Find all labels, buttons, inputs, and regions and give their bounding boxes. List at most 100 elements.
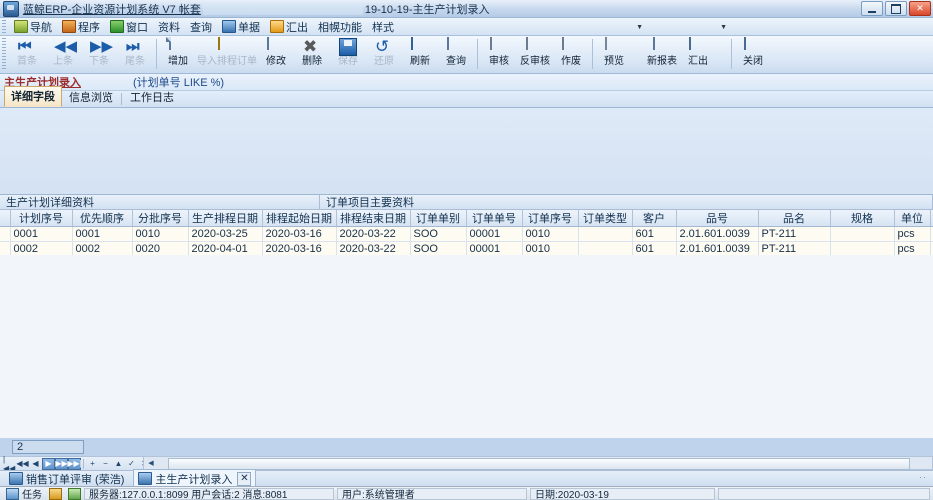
col-order-no[interactable]: 订单单号 — [466, 210, 523, 227]
toolbar-new-report-button[interactable]: 新报表 — [644, 36, 680, 72]
cell-order-category[interactable] — [578, 226, 633, 242]
col-batch-seq[interactable]: 分批序号 — [132, 210, 189, 227]
col-schedule-start[interactable]: 排程起始日期 — [262, 210, 337, 227]
cell-production-date[interactable]: 2020-03-25 — [188, 226, 263, 242]
task-icon — [6, 487, 19, 500]
col-order-type[interactable]: 订单单别 — [410, 210, 467, 227]
leaf-icon[interactable] — [68, 487, 81, 500]
status-server-info: 服务器:127.0.0.1:8099 用户会话:2 消息:8081 — [84, 487, 334, 500]
col-spec[interactable]: 规格 — [830, 210, 895, 227]
unapprove-icon — [526, 37, 544, 56]
last-record-icon: ⏭ — [126, 38, 140, 55]
program-icon — [62, 20, 76, 33]
toolbar-refresh-button[interactable]: 刷新 — [402, 36, 438, 72]
undo-icon: ↺ — [375, 37, 390, 56]
col-customer[interactable]: 客户 — [632, 210, 677, 227]
scroll-left-icon[interactable]: ◀ — [144, 457, 158, 469]
cell-schedule-end[interactable]: 2020-03-22 — [336, 226, 411, 242]
toolbar-save-button[interactable]: 保存 — [330, 36, 366, 72]
toolbar-delete-button[interactable]: ✖ 删除 — [294, 36, 330, 72]
toolbar-edit-button[interactable]: 修改 — [258, 36, 294, 72]
toolbar-approve-button[interactable]: 审核 — [481, 36, 517, 72]
toolbar-import-order-button[interactable]: 导入排程订单 — [196, 36, 258, 72]
toolbar-last-record-button[interactable]: ⏭ 尾条 — [117, 36, 153, 72]
toolbar-export-dropdown[interactable]: ▼ — [716, 24, 728, 72]
window-titlebar: 蓝鲸ERP-企业资源计划系统 V7 帐套 19-10-19-主生产计划录入 ✕ — [0, 0, 933, 18]
cell-schedule-start[interactable]: 2020-03-16 — [262, 226, 337, 242]
menu-related-functions[interactable]: 相幌功能 — [313, 18, 367, 36]
form-tabstrip: 详细字段 信息浏览 工作日志 — [0, 86, 933, 108]
toolbar-add-button[interactable]: 增加 — [160, 36, 196, 72]
toolbar-prev-record-button[interactable]: ◀◀ 上条 — [45, 36, 81, 72]
toolbar-unapprove-button[interactable]: 反审核 — [517, 36, 553, 72]
toolbar-preview-button[interactable]: 预览 — [596, 36, 632, 72]
first-record-icon: ⏮ — [18, 38, 32, 55]
tab-detail-fields[interactable]: 详细字段 — [4, 86, 62, 107]
horizontal-scrollbar[interactable]: ◀ — [143, 456, 933, 470]
menu-label: 程序 — [78, 21, 100, 34]
toolbar-first-record-button[interactable]: ⏮ 首条 — [9, 36, 45, 72]
cell-order-seq[interactable]: 0010 — [522, 226, 579, 242]
document-tabbar: 销售订单评审 (荣浩) 主生产计划录入 ✕ ·· — [0, 468, 933, 489]
col-order-seq[interactable]: 订单序号 — [522, 210, 579, 227]
cell-spec[interactable] — [830, 226, 895, 242]
prev-record-icon: ◀◀ — [54, 38, 78, 55]
col-plan-seq[interactable]: 计划序号 — [10, 210, 73, 227]
toolbar-preview-dropdown[interactable]: ▼ — [632, 24, 644, 72]
menu-query[interactable]: 查询 — [185, 18, 217, 36]
record-count-bar: 2 — [0, 438, 933, 456]
record-count-field[interactable]: 2 — [12, 440, 84, 454]
toolbar-grip[interactable] — [2, 38, 6, 70]
table-row[interactable]: 0001 0001 0010 2020-03-25 2020-03-16 202… — [0, 226, 933, 242]
maximize-restore-button[interactable] — [885, 1, 907, 16]
menu-style[interactable]: 样式 — [367, 18, 399, 36]
tab-info-browse[interactable]: 信息浏览 — [62, 87, 120, 107]
toolbar-undo-button[interactable]: ↺ 还原 — [366, 36, 402, 72]
cell-order-type[interactable]: SOO — [410, 226, 467, 242]
toolbar-separator — [731, 39, 732, 69]
cell-order-no[interactable]: 00001 — [466, 226, 523, 242]
close-icon[interactable]: ✕ — [237, 471, 252, 486]
cell-item-name[interactable]: PT-211 — [758, 226, 831, 242]
col-unit[interactable]: 单位 — [894, 210, 931, 227]
col-priority[interactable]: 优先顺序 — [72, 210, 133, 227]
menu-program[interactable]: 程序 — [57, 18, 105, 36]
col-item-no[interactable]: 品号 — [676, 210, 759, 227]
document-icon — [138, 472, 153, 485]
close-button[interactable]: ✕ — [909, 1, 931, 16]
menubar-grip[interactable] — [2, 20, 6, 33]
menu-document[interactable]: 单据 — [217, 18, 265, 36]
col-order-category[interactable]: 订单类型 — [578, 210, 633, 227]
erp-application-window: 蓝鲸ERP-企业资源计划系统 V7 帐套 19-10-19-主生产计划录入 ✕ … — [0, 0, 933, 500]
col-schedule-end[interactable]: 排程结束日期 — [336, 210, 411, 227]
cell-batch-seq[interactable]: 0010 — [132, 226, 189, 242]
cell-plan-seq[interactable]: 0001 — [10, 226, 73, 242]
chevron-down-icon: ▼ — [720, 24, 727, 31]
window-controls: ✕ — [861, 1, 931, 16]
minimize-button[interactable] — [861, 1, 883, 16]
status-extra-cell — [718, 487, 930, 500]
menu-export[interactable]: 汇出 — [265, 18, 313, 36]
col-production-date[interactable]: 生产排程日期 — [188, 210, 263, 227]
cell-customer[interactable]: 601 — [632, 226, 677, 242]
void-icon — [562, 37, 580, 56]
cell-priority[interactable]: 0001 — [72, 226, 133, 242]
toolbar-void-button[interactable]: 作废 — [553, 36, 589, 72]
menu-label: 窗口 — [126, 21, 148, 34]
pencil-icon[interactable] — [49, 487, 62, 500]
toolbar-next-record-button[interactable]: ▶▶ 下条 — [81, 36, 117, 72]
menu-window[interactable]: 窗口 — [105, 18, 153, 36]
row-selector[interactable] — [0, 226, 11, 242]
toolbar-close-button[interactable]: 关闭 — [735, 36, 771, 72]
cell-item-no[interactable]: 2.01.601.0039 — [676, 226, 759, 242]
tab-overflow-indicator: ·· — [919, 472, 927, 482]
scrollbar-thumb[interactable] — [168, 458, 910, 470]
tab-work-log[interactable]: 工作日志 — [123, 87, 181, 107]
toolbar-export-button[interactable]: 汇出 — [680, 36, 716, 72]
toolbar-query-button[interactable]: 查询 — [438, 36, 474, 72]
cell-unit[interactable]: pcs — [894, 226, 931, 242]
taskbar-start-button[interactable]: 任务 — [2, 486, 46, 500]
menu-navigation[interactable]: 导航 — [9, 18, 57, 36]
menu-data[interactable]: 资料 — [153, 18, 185, 36]
col-item-name[interactable]: 品名 — [758, 210, 831, 227]
